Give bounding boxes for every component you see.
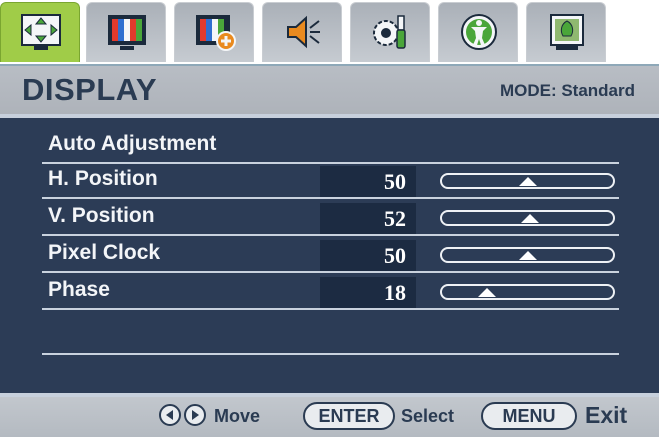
slider-thumb[interactable]	[518, 251, 537, 260]
menu-item-label: Phase	[48, 278, 110, 301]
footer-hints: Move ENTER Select MENU Exit	[0, 397, 659, 437]
phase-slider[interactable]	[440, 284, 615, 300]
tab-strip	[0, 0, 659, 64]
exit-hint: Exit	[585, 402, 628, 428]
tab-system[interactable]	[350, 2, 430, 62]
tab-picture[interactable]	[86, 2, 166, 62]
slider-thumb[interactable]	[518, 177, 537, 186]
slider-thumb[interactable]	[521, 214, 540, 223]
menu-item-label: V. Position	[48, 204, 155, 227]
picture-advanced-icon	[194, 12, 236, 52]
display-position-icon	[20, 12, 62, 52]
value-box: 18	[320, 277, 416, 308]
display-info-icon	[546, 12, 588, 52]
audio-icon	[282, 12, 324, 52]
divider	[42, 353, 619, 355]
menu-item-v-position[interactable]: V. Position 52	[42, 202, 619, 236]
arrow-right-icon	[192, 410, 199, 420]
value-box: 50	[320, 240, 416, 271]
menu-item-h-position[interactable]: H. Position 50	[42, 165, 619, 199]
system-settings-icon	[370, 12, 412, 52]
value-box: 52	[320, 203, 416, 234]
osd-menu: DISPLAY MODE: Standard Auto Adjustment H…	[0, 0, 659, 437]
menu-item-pixel-clock[interactable]: Pixel Clock 50	[42, 239, 619, 273]
tab-eco[interactable]	[438, 2, 518, 62]
tab-info[interactable]	[526, 2, 606, 62]
menu-item-label: Pixel Clock	[48, 241, 161, 264]
select-hint: Select	[401, 406, 455, 426]
pixel-clock-slider[interactable]	[440, 247, 615, 263]
page-title: DISPLAY	[22, 72, 158, 107]
right-arrow-button[interactable]	[184, 404, 206, 426]
setting-value: 50	[384, 243, 406, 268]
menu-item-auto-adjustment[interactable]: Auto Adjustment	[42, 130, 619, 164]
arrow-left-icon	[166, 410, 173, 420]
tab-audio[interactable]	[262, 2, 342, 62]
setting-value: 52	[384, 206, 406, 231]
menu-item-phase[interactable]: Phase 18	[42, 276, 619, 310]
picture-icon	[106, 12, 148, 52]
settings-panel: Auto Adjustment H. Position 50 V. Positi…	[0, 114, 659, 397]
value-box: 50	[320, 166, 416, 197]
tab-picture-advanced[interactable]	[174, 2, 254, 62]
mode-indicator: MODE: Standard	[499, 81, 635, 100]
menu-button[interactable]: MENU	[481, 402, 577, 430]
setting-value: 50	[384, 169, 406, 194]
move-hint: Move	[214, 406, 261, 426]
tab-display[interactable]	[0, 2, 80, 62]
h-position-slider[interactable]	[440, 173, 615, 189]
slider-thumb[interactable]	[477, 288, 496, 297]
menu-item-label: Auto Adjustment	[48, 132, 217, 155]
v-position-slider[interactable]	[440, 210, 615, 226]
title-bar: DISPLAY MODE: Standard	[0, 64, 659, 114]
setting-value: 18	[384, 280, 406, 305]
menu-item-label: H. Position	[48, 167, 158, 190]
left-arrow-button[interactable]	[159, 404, 181, 426]
eco-icon	[458, 12, 500, 52]
enter-button[interactable]: ENTER	[303, 402, 395, 430]
